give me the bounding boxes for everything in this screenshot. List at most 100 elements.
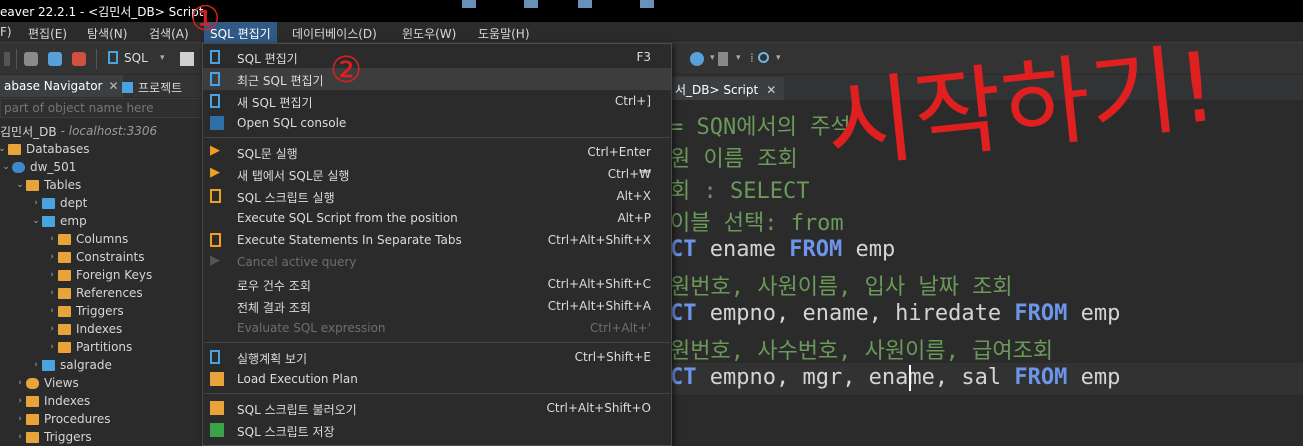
chevron-right-icon[interactable]: › [46, 252, 58, 262]
menu-item-explain-plan[interactable]: 실행계획 보기 Ctrl+Shift+E [203, 346, 671, 368]
chevron-right-icon[interactable]: › [46, 342, 58, 352]
tree-label: dw_501 [30, 160, 77, 174]
tree-item-dept[interactable]: › dept [30, 194, 87, 212]
code-line[interactable]: CT empno, ename, hiredate FROM emp [670, 301, 1120, 326]
chevron-right-icon[interactable]: › [46, 324, 58, 334]
tree-item-partitions[interactable]: › Partitions [46, 338, 132, 356]
menu-search[interactable]: 검색(A) [149, 25, 189, 42]
menu-item-load-execution-plan[interactable]: Load Execution Plan [203, 368, 671, 390]
menu-item-label: 로우 건수 조회 [237, 279, 311, 293]
tree-item-emp[interactable]: ⌄ emp [30, 212, 86, 230]
tree-item-triggers[interactable]: › Triggers [46, 302, 124, 320]
chevron-down-icon[interactable]: ⌄ [14, 180, 26, 190]
connection-name: 김민서_DB [0, 124, 57, 139]
tree-item-indexes[interactable]: › Indexes [46, 320, 122, 338]
menu-help[interactable]: 도움말(H) [478, 25, 530, 42]
tree-item-procedures[interactable]: › Procedures [14, 410, 110, 428]
code-line[interactable]: CT ename FROM emp [670, 237, 895, 262]
menu-edit[interactable]: 편집(E) [28, 25, 67, 42]
chevron-right-icon[interactable]: › [46, 306, 58, 316]
menu-item-execute-sql[interactable]: ▶ SQL문 실행 Ctrl+Enter [203, 141, 671, 163]
disconnect-icon[interactable] [72, 52, 86, 66]
reconnect-icon[interactable] [48, 52, 62, 66]
menu-item-evaluate-expression[interactable]: Evaluate SQL expression Ctrl+Alt+' [203, 317, 671, 339]
tree-item-constraints[interactable]: › Constraints [46, 248, 144, 266]
tree-item-views[interactable]: › Views [14, 374, 79, 392]
menu-sql-editor[interactable]: SQL 편집기 [204, 22, 277, 43]
code-line[interactable]: CT empno, mgr, ename, sal FROM emp [670, 365, 1120, 390]
code-line[interactable]: 원번호, 사원이름, 입사 날짜 조회 [670, 269, 1013, 301]
tree-connection[interactable]: 김민서_DB - localhost:3306 [0, 122, 157, 140]
menu-navigate[interactable]: 탐색(N) [87, 25, 127, 42]
config-icon[interactable] [718, 52, 728, 66]
tab-label: 프로젝트 [138, 81, 183, 95]
tree-item-indexes-top[interactable]: › Indexes [14, 392, 90, 410]
tree-item-triggers-top[interactable]: › Triggers [14, 428, 91, 446]
connect-icon[interactable] [24, 52, 38, 66]
play-icon: ▶ [210, 143, 220, 158]
tab-database-navigator[interactable]: abase Navigator ✕ [0, 75, 123, 97]
folder-icon [58, 287, 71, 299]
close-icon[interactable]: ✕ [766, 83, 776, 97]
taskbar-icon [640, 0, 654, 8]
chevron-right-icon[interactable]: › [30, 198, 42, 208]
chevron-down-icon[interactable]: ⌄ [30, 216, 42, 226]
menu-file[interactable]: F) [0, 25, 12, 39]
tree-item-db[interactable]: ⌄ dw_501 [0, 158, 76, 176]
tree-item-columns[interactable]: › Columns [46, 230, 128, 248]
recent-editor-icon [210, 72, 220, 86]
menu-item-shortcut: F3 [636, 50, 651, 64]
menu-item-new-sql-editor[interactable]: 새 SQL 편집기 Ctrl+] [203, 90, 671, 112]
menu-item-execute-script[interactable]: SQL 스크립트 실행 Alt+X [203, 185, 671, 207]
tree-item-tables[interactable]: ⌄ Tables [14, 176, 81, 194]
chevron-right-icon[interactable]: › [46, 234, 58, 244]
chevron-down-icon[interactable]: ⌄ [0, 162, 12, 172]
sql-button[interactable]: SQL [108, 51, 148, 65]
menu-item-label: 최근 SQL 편집기 [237, 74, 324, 88]
navigator-filter-input[interactable] [0, 98, 205, 118]
menu-item-label: Open SQL console [237, 116, 347, 130]
chevron-down-icon[interactable]: ▾ [776, 53, 790, 67]
code-line[interactable]: = SQN에서의 주석 [670, 109, 851, 141]
chevron-right-icon[interactable]: › [46, 270, 58, 280]
menu-item-fetch-all[interactable]: 전체 결과 조회 Ctrl+Alt+Shift+A [203, 295, 671, 317]
tab-projects[interactable]: 프로젝트 [118, 75, 186, 97]
menu-item-shortcut: Ctrl+Alt+Shift+C [547, 277, 651, 291]
title-bar: eaver 22.2.1 - <김민서_DB> Script [0, 0, 1303, 22]
project-icon [122, 82, 133, 93]
menu-item-recent-sql-editor[interactable]: 최근 SQL 편집기 [203, 68, 671, 90]
menu-item-row-count[interactable]: 로우 건수 조회 Ctrl+Alt+Shift+C [203, 273, 671, 295]
menu-item-save-script[interactable]: SQL 스크립트 저장 [203, 419, 671, 441]
chevron-down-icon[interactable]: ▾ [160, 53, 174, 67]
chevron-right-icon[interactable]: › [14, 396, 26, 406]
code-line[interactable]: 원번호, 사수번호, 사원이름, 급여조회 [670, 333, 1053, 365]
menu-item-execute-from-position[interactable]: Execute SQL Script from the position Alt… [203, 207, 671, 229]
chevron-right-icon[interactable]: › [46, 288, 58, 298]
chevron-right-icon[interactable]: › [14, 378, 26, 388]
code-line[interactable]: 회 : SELECT [670, 173, 809, 205]
chevron-right-icon[interactable]: › [14, 432, 26, 442]
tree-item-databases[interactable]: ⌄ Databases [0, 140, 90, 158]
menu-item-open-sql-console[interactable]: Open SQL console [203, 112, 671, 134]
menu-database[interactable]: 데이터베이스(D) [292, 25, 377, 42]
dashboard-icon[interactable] [690, 52, 704, 66]
chevron-down-icon[interactable]: ▾ [736, 53, 750, 67]
menu-item-execute-separate-tabs[interactable]: Execute Statements In Separate Tabs Ctrl… [203, 229, 671, 251]
menu-window[interactable]: 윈도우(W) [402, 25, 456, 42]
code-line[interactable]: 이블 선택: from [670, 205, 844, 237]
tree-item-foreign-keys[interactable]: › Foreign Keys [46, 266, 152, 284]
tree-item-references[interactable]: › References [46, 284, 143, 302]
menu-item-execute-new-tab[interactable]: ▶ 새 탭에서 SQL문 실행 Ctrl+₩ [203, 163, 671, 185]
chevron-right-icon[interactable]: › [30, 360, 42, 370]
menu-item-sql-editor[interactable]: SQL 편집기 F3 [203, 46, 671, 68]
menu-item-load-script[interactable]: SQL 스크립트 불러오기 Ctrl+Alt+Shift+O [203, 397, 671, 419]
new-script-icon[interactable] [180, 52, 194, 66]
menu-item-cancel-query[interactable]: ▶ Cancel active query [203, 251, 671, 273]
menu-item-shortcut: Ctrl+Enter [587, 145, 651, 159]
chevron-right-icon[interactable]: › [14, 414, 26, 424]
tree-label: Triggers [76, 304, 124, 318]
chevron-down-icon[interactable]: ⌄ [0, 144, 8, 154]
tree-item-salgrade[interactable]: › salgrade [30, 356, 112, 374]
code-line[interactable]: 원 이름 조회 [670, 141, 798, 173]
search-icon[interactable] [758, 52, 769, 63]
